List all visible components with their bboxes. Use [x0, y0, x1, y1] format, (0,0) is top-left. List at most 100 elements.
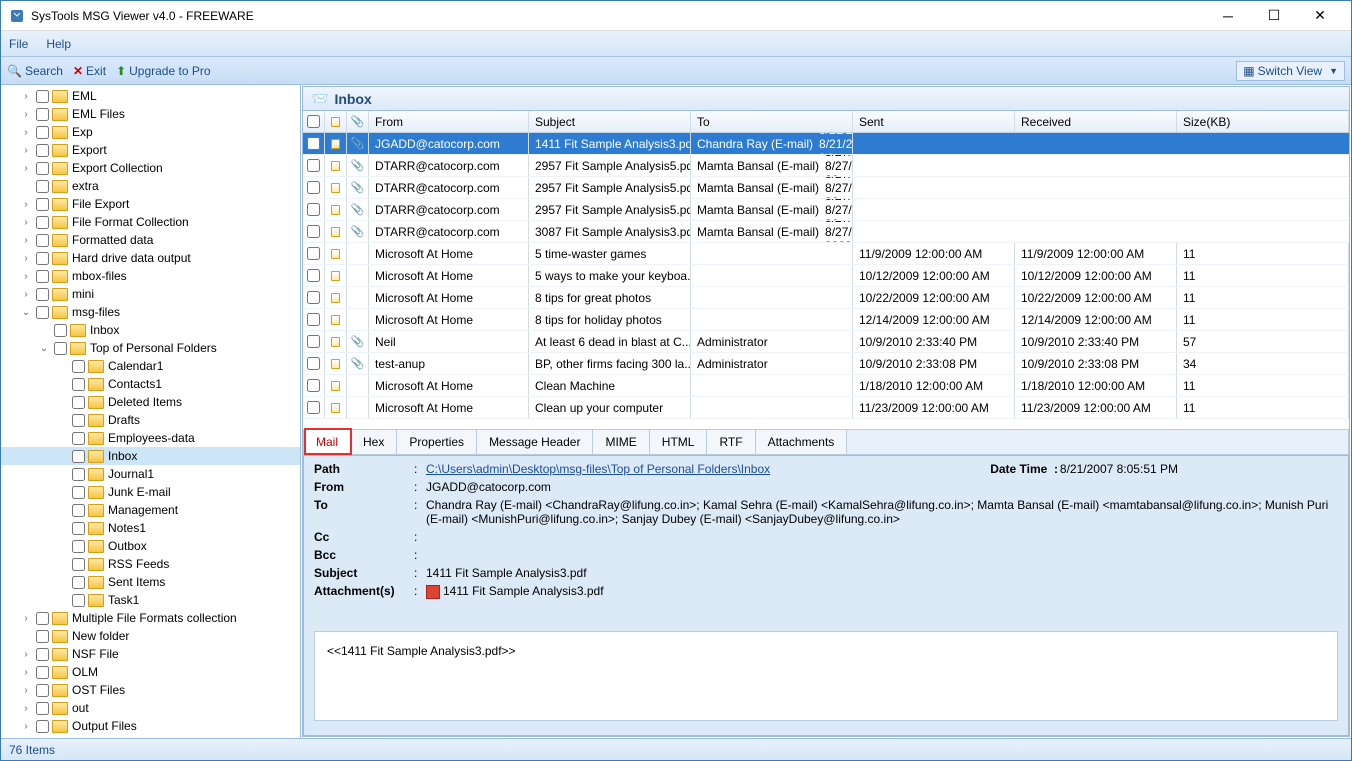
col-size[interactable]: Size(KB) [1177, 111, 1349, 132]
expand-icon[interactable]: › [19, 613, 33, 624]
mail-row[interactable]: 📎DTARR@catocorp.com3087 Fit Sample Analy… [303, 221, 1349, 243]
tab-mail[interactable]: Mail [304, 430, 351, 455]
tree-item[interactable]: ›OST Files [1, 681, 300, 699]
expand-icon[interactable]: ⌄ [19, 307, 33, 318]
expand-icon[interactable]: › [19, 289, 33, 300]
tree-item[interactable]: ›Multiple File Formats collection [1, 609, 300, 627]
tab-attachments[interactable]: Attachments [756, 430, 848, 454]
expand-icon[interactable]: › [19, 253, 33, 264]
tree-item[interactable]: ›OLM [1, 663, 300, 681]
tree-item[interactable]: Sent Items [1, 573, 300, 591]
tree-checkbox[interactable] [36, 684, 49, 697]
tree-checkbox[interactable] [36, 108, 49, 121]
row-checkbox[interactable] [307, 291, 320, 304]
tree-checkbox[interactable] [36, 162, 49, 175]
folder-tree[interactable]: ›EML›EML Files›Exp›Export›Export Collect… [1, 85, 301, 738]
tab-hex[interactable]: Hex [351, 430, 397, 454]
mail-body[interactable]: <<1411 Fit Sample Analysis3.pdf>> [314, 631, 1338, 721]
tree-checkbox[interactable] [54, 342, 67, 355]
mail-row[interactable]: Microsoft At Home8 tips for holiday phot… [303, 309, 1349, 331]
tree-item[interactable]: Drafts [1, 411, 300, 429]
upgrade-button[interactable]: ⬆Upgrade to Pro [116, 64, 210, 78]
tree-item[interactable]: Notes1 [1, 519, 300, 537]
tree-checkbox[interactable] [36, 198, 49, 211]
mail-row[interactable]: 📎DTARR@catocorp.com2957 Fit Sample Analy… [303, 199, 1349, 221]
mail-row[interactable]: 📎test-anupBP, other firms facing 300 la.… [303, 353, 1349, 375]
mail-row[interactable]: Microsoft At Home8 tips for great photos… [303, 287, 1349, 309]
tree-checkbox[interactable] [54, 324, 67, 337]
tree-item[interactable]: ›out [1, 699, 300, 717]
tree-item[interactable]: ›Formatted data [1, 231, 300, 249]
row-checkbox[interactable] [307, 203, 320, 216]
tree-checkbox[interactable] [36, 702, 49, 715]
tree-checkbox[interactable] [36, 270, 49, 283]
tree-item[interactable]: ›EML Files [1, 105, 300, 123]
tree-item[interactable]: ›mbox-files [1, 267, 300, 285]
tab-message-header[interactable]: Message Header [477, 430, 593, 454]
mail-row[interactable]: Microsoft At HomeClean Machine1/18/2010 … [303, 375, 1349, 397]
expand-icon[interactable]: › [19, 703, 33, 714]
expand-icon[interactable]: ⌄ [37, 343, 51, 354]
tree-item[interactable]: Task1 [1, 591, 300, 609]
value-attachments[interactable]: 1411 Fit Sample Analysis3.pdf [426, 584, 1338, 599]
tree-checkbox[interactable] [36, 720, 49, 733]
tree-item[interactable]: extra [1, 177, 300, 195]
row-checkbox[interactable] [307, 357, 320, 370]
select-all-checkbox[interactable] [307, 115, 320, 128]
expand-icon[interactable]: › [19, 91, 33, 102]
tree-item[interactable]: ›mini [1, 285, 300, 303]
tree-item[interactable]: ›Exp [1, 123, 300, 141]
tree-item[interactable]: Employees-data [1, 429, 300, 447]
tree-item[interactable]: Inbox [1, 447, 300, 465]
tree-item[interactable]: Outbox [1, 537, 300, 555]
tree-item[interactable]: Contacts1 [1, 375, 300, 393]
row-checkbox[interactable] [307, 159, 320, 172]
tab-rtf[interactable]: RTF [707, 430, 755, 454]
tree-item[interactable]: New folder [1, 627, 300, 645]
expand-icon[interactable]: › [19, 127, 33, 138]
tree-checkbox[interactable] [36, 180, 49, 193]
tree-item[interactable]: ›Export [1, 141, 300, 159]
path-link[interactable]: C:\Users\admin\Desktop\msg-files\Top of … [426, 462, 770, 476]
tree-checkbox[interactable] [36, 216, 49, 229]
col-icon[interactable] [325, 111, 347, 132]
tree-checkbox[interactable] [72, 378, 85, 391]
tree-item[interactable]: ›Output Files [1, 717, 300, 735]
expand-icon[interactable]: › [19, 685, 33, 696]
tree-item[interactable]: ›NSF File [1, 645, 300, 663]
expand-icon[interactable]: › [19, 163, 33, 174]
mail-row[interactable]: Microsoft At Home5 time-waster games11/9… [303, 243, 1349, 265]
tab-html[interactable]: HTML [650, 430, 708, 454]
tree-checkbox[interactable] [36, 630, 49, 643]
tree-item[interactable]: ⌄Top of Personal Folders [1, 339, 300, 357]
tab-mime[interactable]: MIME [593, 430, 649, 454]
minimize-button[interactable]: ─ [1205, 1, 1251, 31]
tree-checkbox[interactable] [72, 396, 85, 409]
tab-properties[interactable]: Properties [397, 430, 477, 454]
row-checkbox[interactable] [307, 269, 320, 282]
tree-item[interactable]: ⌄msg-files [1, 303, 300, 321]
tree-item[interactable]: ›Hard drive data output [1, 249, 300, 267]
mail-row[interactable]: Microsoft At Home5 ways to make your key… [303, 265, 1349, 287]
switch-view-button[interactable]: ▦Switch View▼ [1236, 61, 1345, 81]
tree-checkbox[interactable] [72, 468, 85, 481]
row-checkbox[interactable] [307, 379, 320, 392]
tree-checkbox[interactable] [72, 486, 85, 499]
expand-icon[interactable]: › [19, 721, 33, 732]
tree-checkbox[interactable] [72, 450, 85, 463]
mail-row[interactable]: 📎DTARR@catocorp.com2957 Fit Sample Analy… [303, 155, 1349, 177]
row-checkbox[interactable] [307, 225, 320, 238]
tree-checkbox[interactable] [36, 666, 49, 679]
mail-list[interactable]: 📎JGADD@catocorp.com1411 Fit Sample Analy… [303, 133, 1349, 429]
tree-checkbox[interactable] [36, 234, 49, 247]
expand-icon[interactable]: › [19, 235, 33, 246]
tree-item[interactable]: Inbox [1, 321, 300, 339]
mail-row[interactable]: 📎DTARR@catocorp.com2957 Fit Sample Analy… [303, 177, 1349, 199]
tree-item[interactable]: Deleted Items [1, 393, 300, 411]
tree-item[interactable]: ›File Format Collection [1, 213, 300, 231]
maximize-button[interactable]: ☐ [1251, 1, 1297, 31]
tree-item[interactable]: ›Export Collection [1, 159, 300, 177]
tree-checkbox[interactable] [36, 90, 49, 103]
expand-icon[interactable]: › [19, 649, 33, 660]
expand-icon[interactable]: › [19, 667, 33, 678]
